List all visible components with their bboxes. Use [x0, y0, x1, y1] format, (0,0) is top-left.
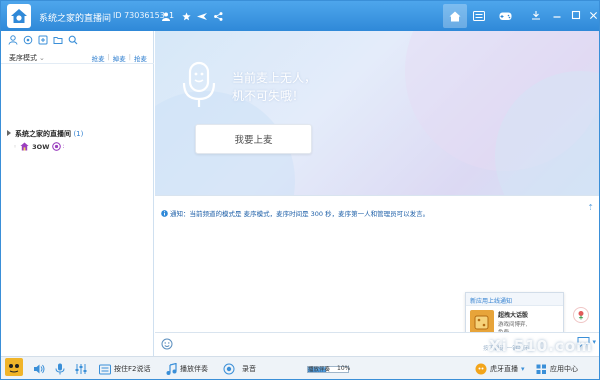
- chevron-down-icon[interactable]: ▾: [592, 338, 596, 346]
- channel-user-item[interactable]: ◦ 3OW :: [13, 142, 64, 151]
- share-icon[interactable]: [211, 9, 225, 23]
- avatar[interactable]: [5, 358, 23, 376]
- popup-header: 新应用上线通知: [466, 293, 563, 306]
- keyboard-icon: [99, 364, 111, 374]
- owner-house-icon: [20, 142, 29, 151]
- person-add-icon[interactable]: [37, 34, 48, 45]
- divider: [1, 63, 154, 64]
- app-logo-icon[interactable]: [7, 4, 31, 28]
- separator: |: [128, 53, 131, 61]
- dropdown-arrow-icon: ▾: [521, 365, 525, 373]
- maximize-icon[interactable]: [569, 8, 583, 22]
- scroll-top-icon[interactable]: ⇡: [587, 203, 594, 212]
- queue-actions: 抢麦 | 掉麦 | 抢麦: [92, 53, 147, 63]
- app-center-label: 应用中心: [550, 365, 578, 373]
- room-id: ID 73036153: [113, 11, 165, 20]
- volume-percent: 10%: [337, 365, 351, 372]
- user-badge-icon: [52, 142, 62, 151]
- music-note-icon: [166, 363, 177, 375]
- queue-button-3[interactable]: 抢麦: [134, 53, 147, 63]
- folder-icon[interactable]: [52, 34, 63, 45]
- settings-icon[interactable]: [22, 34, 33, 45]
- separator: |: [107, 53, 110, 61]
- microphone-icon: [182, 61, 216, 107]
- queue-button-2[interactable]: 掉麦: [113, 53, 126, 63]
- app-center-button[interactable]: 应用中心: [536, 362, 578, 376]
- bottom-toolbar: 按住F2说话 播放伴奏 录音 播放伴奏 10% 虎牙直播 ▾ 应用中心: [1, 356, 599, 379]
- queue-button-1[interactable]: 抢麦: [92, 53, 105, 63]
- close-icon[interactable]: [587, 8, 599, 22]
- apps-grid-icon: [536, 364, 546, 374]
- volume-label: 播放伴奏: [308, 367, 331, 373]
- play-music-button[interactable]: 播放伴奏: [166, 362, 208, 376]
- app-window: 系统之家的直播间 ID 73036153 1 麦序模式 ⌄ 抢麦 | 掉麦 | …: [0, 0, 600, 380]
- members-icon[interactable]: [7, 34, 18, 45]
- push-to-talk-label: 按住F2说话: [114, 365, 151, 373]
- huya-logo-icon: [475, 363, 487, 375]
- plane-icon[interactable]: [195, 9, 209, 23]
- channel-name: 系统之家的直播间: [15, 130, 71, 138]
- info-icon: [161, 209, 168, 217]
- popup-desc-line1: 游戏间博弈,: [498, 322, 528, 328]
- microphone-small-icon[interactable]: [55, 362, 65, 376]
- user-name: 3OW: [32, 142, 50, 151]
- mode-dropdown[interactable]: 麦序模式 ⌄: [9, 53, 45, 63]
- star-icon[interactable]: [179, 9, 193, 23]
- mic-stage: 当前麦上无人， 机不可失哦！ 我要上麦: [155, 31, 599, 195]
- play-music-label: 播放伴奏: [180, 365, 208, 373]
- channel-sidebar: 麦序模式 ⌄ 抢麦 | 掉麦 | 抢麦 系统之家的直播间 (1) ◦ 3OW :: [1, 31, 154, 356]
- mode-label: 麦序模式: [9, 54, 37, 62]
- channel-list-tab-icon[interactable]: [467, 4, 491, 28]
- minimize-icon[interactable]: [550, 8, 564, 22]
- title-bar: 系统之家的直播间 ID 73036153 1: [1, 1, 599, 31]
- dice-game-icon: [470, 310, 494, 334]
- join-mic-button[interactable]: 我要上麦: [195, 124, 312, 154]
- sidebar-toolbar: [7, 34, 78, 45]
- huya-live-label: 虎牙直播: [490, 365, 518, 373]
- record-button[interactable]: 录音: [223, 362, 256, 376]
- gift-flower-icon[interactable]: [573, 307, 589, 323]
- equalizer-icon[interactable]: [75, 362, 87, 376]
- empty-mic-message: 当前麦上无人， 机不可失哦！: [232, 69, 316, 105]
- watermark: Xi 510.com: [489, 337, 593, 355]
- record-label: 录音: [242, 365, 256, 373]
- system-notice: 通知：当前频道的模式是 麦序模式，麦序时间是 300 秒，麦序第一人和管理员可以…: [161, 208, 429, 218]
- game-tab-icon[interactable]: [493, 4, 517, 28]
- expand-arrow-icon[interactable]: [7, 130, 11, 136]
- channel-member-count: (1): [73, 130, 84, 138]
- home-tab-icon[interactable]: [443, 4, 467, 28]
- notice-text: 通知：当前频道的模式是 麦序模式，麦序时间是 300 秒，麦序第一人和管理员可以…: [170, 210, 430, 218]
- chat-area: 通知：当前频道的模式是 麦序模式，麦序时间是 300 秒，麦序第一人和管理员可以…: [155, 195, 599, 352]
- empty-mic-line2: 机不可失哦！: [232, 89, 305, 103]
- push-to-talk-button[interactable]: 按住F2说话: [99, 362, 150, 376]
- room-title: 系统之家的直播间: [39, 14, 112, 24]
- dot-icon: ◦: [13, 142, 18, 151]
- huya-live-button[interactable]: 虎牙直播 ▾: [475, 362, 525, 376]
- dot-icon: :: [62, 143, 65, 150]
- channel-tree-root[interactable]: 系统之家的直播间 (1): [7, 129, 83, 139]
- empty-mic-line1: 当前麦上无人，: [232, 71, 317, 85]
- record-icon: [223, 363, 235, 375]
- chevron-down-icon: ⌄: [39, 54, 45, 62]
- popup-app-title: 超拽大话骰: [498, 312, 529, 319]
- speaker-icon[interactable]: [33, 362, 45, 376]
- search-icon[interactable]: [67, 34, 78, 45]
- emoji-icon[interactable]: [161, 338, 173, 352]
- user-count: 1: [169, 11, 175, 20]
- download-icon[interactable]: [529, 8, 543, 22]
